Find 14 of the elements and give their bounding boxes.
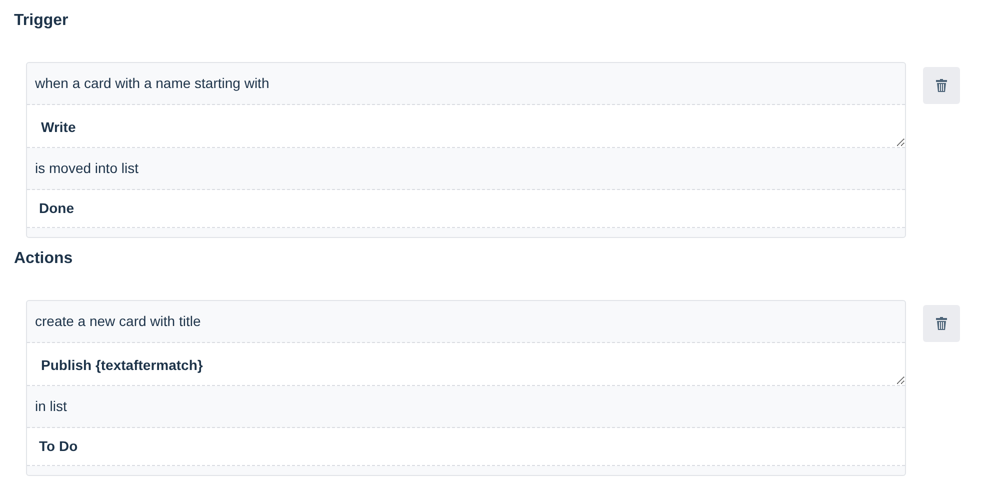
rule-text: create a new card with title: [35, 312, 201, 331]
rule-text: when a card with a name starting with: [35, 74, 270, 93]
text-area[interactable]: Write: [27, 105, 905, 148]
section-heading: Trigger: [14, 11, 68, 31]
section-heading: Actions: [14, 249, 73, 269]
delete-button[interactable]: [923, 67, 960, 104]
list-select[interactable]: Done: [27, 190, 905, 228]
text-area[interactable]: Publish {textaftermatch}: [27, 343, 905, 386]
list-select[interactable]: To Do: [27, 428, 905, 466]
trash-icon: [936, 79, 947, 92]
rule-text: is moved into list: [35, 159, 138, 178]
rule-text: in list: [35, 397, 67, 416]
trash-icon: [936, 317, 947, 330]
delete-button[interactable]: [923, 305, 960, 342]
